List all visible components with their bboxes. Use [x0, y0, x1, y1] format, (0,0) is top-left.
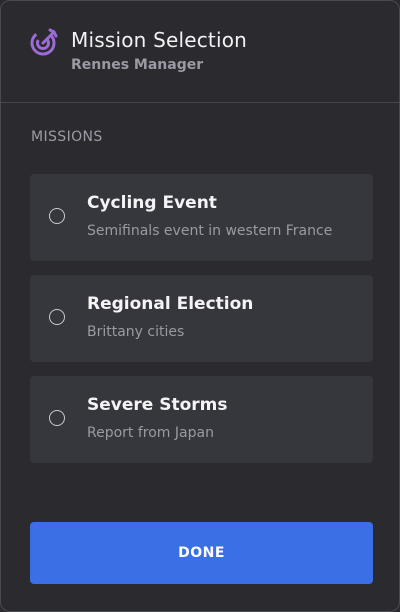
- missions-section-label: MISSIONS: [31, 129, 103, 145]
- mission-description: Report from Japan: [87, 425, 214, 441]
- page-title: Mission Selection: [71, 28, 248, 52]
- mission-option-severe-storms[interactable]: Severe Storms Report from Japan: [30, 376, 373, 463]
- radio-button[interactable]: [49, 309, 65, 325]
- mission-description: Brittany cities: [87, 324, 185, 340]
- done-button[interactable]: DONE: [30, 522, 373, 584]
- radio-button[interactable]: [49, 410, 65, 426]
- mission-option-cycling-event[interactable]: Cycling Event Semifinals event in wester…: [30, 174, 373, 261]
- mission-description: Semifinals event in western France: [87, 223, 333, 239]
- target-arrow-icon: [30, 27, 60, 57]
- mission-title: Cycling Event: [87, 193, 217, 213]
- page-subtitle: Rennes Manager: [71, 57, 204, 73]
- mission-title: Severe Storms: [87, 395, 228, 415]
- mission-selection-panel: Mission Selection Rennes Manager MISSION…: [0, 0, 400, 612]
- mission-option-regional-election[interactable]: Regional Election Brittany cities: [30, 275, 373, 362]
- panel-header: Mission Selection Rennes Manager: [1, 1, 399, 103]
- radio-button[interactable]: [49, 208, 65, 224]
- mission-title: Regional Election: [87, 294, 254, 314]
- mission-list: Cycling Event Semifinals event in wester…: [30, 174, 373, 477]
